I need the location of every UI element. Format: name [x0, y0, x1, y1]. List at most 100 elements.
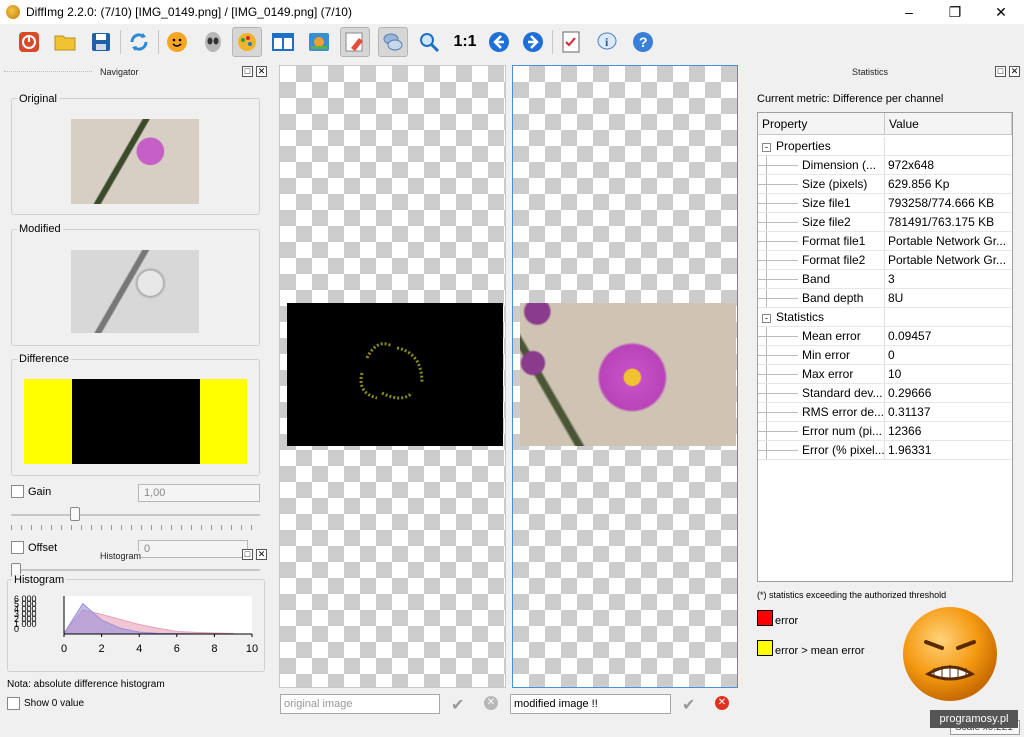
arrow-left-icon[interactable]: [484, 27, 514, 57]
value-cell: 0.09457: [884, 327, 1006, 345]
alien-icon[interactable]: [198, 27, 228, 57]
split-view-icon[interactable]: [268, 27, 298, 57]
x-tick-label: 0: [61, 643, 67, 655]
collapse-icon[interactable]: -: [762, 314, 771, 323]
table-row[interactable]: Band 3: [758, 270, 1012, 289]
gain-value: 1,00: [144, 487, 166, 499]
folder-open-icon[interactable]: [50, 27, 80, 57]
gain-checkbox[interactable]: [11, 485, 24, 498]
title-bar: DiffImg 2.2.0: (7/10) [IMG_0149.png] / […: [0, 0, 1024, 24]
table-row[interactable]: Error num (pi... 12366: [758, 422, 1012, 441]
offset-spinbox[interactable]: 0: [138, 540, 248, 558]
gain-slider-track[interactable]: [11, 514, 260, 516]
properties-group: Dimension (... 972x648 Size (pixels) 629.85…: [758, 156, 1012, 308]
statistics-dock-title: Statistics: [852, 67, 889, 77]
show-zero-checkbox[interactable]: [7, 697, 20, 710]
checkmark-icon[interactable]: ✔: [682, 695, 695, 715]
offset-checkbox[interactable]: [11, 541, 24, 554]
original-path-field[interactable]: original image: [280, 694, 440, 714]
toolbar-separator: [158, 30, 159, 54]
help-icon[interactable]: ?: [628, 27, 658, 57]
table-row[interactable]: Band depth 8U: [758, 289, 1012, 308]
statistics-rows: - Properties Dimension (... 972x648 Size (p…: [758, 137, 1012, 460]
difference-viewer[interactable]: [279, 65, 506, 688]
histogram-note: Nota: absolute difference histogram: [7, 679, 165, 690]
difference-pattern: [359, 342, 424, 400]
original-label: Original: [17, 93, 59, 105]
cancel-icon[interactable]: ✕: [715, 696, 729, 710]
float-dock-icon[interactable]: □: [242, 66, 253, 77]
maximize-button[interactable]: ❐: [932, 0, 978, 24]
minimize-button[interactable]: –: [886, 0, 932, 24]
cancel-icon[interactable]: ✕: [484, 696, 498, 710]
modified-image[interactable]: [520, 303, 736, 446]
zoom-1-1-icon[interactable]: 1:1: [450, 27, 480, 57]
zoom-icon[interactable]: [414, 27, 444, 57]
offset-label: Offset: [28, 542, 58, 554]
statistics-table[interactable]: Property Value - Properties Dimension (..…: [757, 112, 1013, 582]
group-row-properties[interactable]: - Properties: [758, 137, 1012, 156]
difference-image[interactable]: [287, 303, 503, 446]
property-cell: Min error: [758, 346, 884, 364]
smiley-icon[interactable]: [162, 27, 192, 57]
property-cell: Size (pixels): [758, 175, 884, 193]
float-dock-icon[interactable]: □: [242, 549, 253, 560]
save-icon[interactable]: [86, 27, 116, 57]
modified-label: Modified: [17, 223, 63, 235]
property-cell: Format file2: [758, 251, 884, 269]
column-header-value[interactable]: Value: [885, 113, 1012, 135]
table-row[interactable]: RMS error de... 0.31137: [758, 403, 1012, 422]
table-row[interactable]: Size file2 781491/763.175 KB: [758, 213, 1012, 232]
eraser-icon[interactable]: [340, 27, 370, 57]
collapse-icon[interactable]: -: [762, 143, 771, 152]
group-label: Properties: [776, 139, 831, 153]
checklist-icon[interactable]: [556, 27, 586, 57]
navigator-dock-title: Navigator: [100, 67, 139, 77]
group-row-statistics[interactable]: - Statistics: [758, 308, 1012, 327]
table-row[interactable]: Format file1 Portable Network Gr...: [758, 232, 1012, 251]
checkmark-icon[interactable]: ✔: [451, 695, 464, 715]
x-tick-label: 8: [211, 643, 217, 655]
table-row[interactable]: Max error 10: [758, 365, 1012, 384]
gain-slider-handle[interactable]: [70, 507, 80, 521]
power-icon[interactable]: [14, 27, 44, 57]
table-row[interactable]: Mean error 0.09457: [758, 327, 1012, 346]
table-row[interactable]: Standard dev... 0.29666: [758, 384, 1012, 403]
value-cell: 629.856 Kp: [884, 175, 1006, 193]
column-header-property[interactable]: Property: [758, 113, 885, 135]
value-cell: 0.29666: [884, 384, 1006, 402]
table-row[interactable]: Size file1 793258/774.666 KB: [758, 194, 1012, 213]
modified-path-field[interactable]: modified image !!: [510, 694, 671, 714]
original-thumbnail[interactable]: [71, 119, 199, 204]
palette-icon[interactable]: [232, 27, 262, 57]
table-row[interactable]: Size (pixels) 629.856 Kp: [758, 175, 1012, 194]
arrow-right-icon[interactable]: [518, 27, 548, 57]
modified-thumbnail[interactable]: [71, 250, 199, 333]
modified-viewer[interactable]: [512, 65, 738, 688]
image-view-icon[interactable]: [304, 27, 334, 57]
offset-slider-track[interactable]: [11, 569, 260, 571]
close-dock-icon[interactable]: ✕: [256, 66, 267, 77]
close-dock-icon[interactable]: ✕: [1009, 66, 1020, 77]
dock-grip: [4, 71, 92, 83]
y-tick-label: 0: [14, 624, 19, 634]
svg-text:?: ?: [639, 34, 648, 50]
difference-preview: [72, 379, 200, 464]
info-icon[interactable]: i: [592, 27, 622, 57]
chat-bubbles-icon[interactable]: [378, 27, 408, 57]
table-row[interactable]: Min error 0: [758, 346, 1012, 365]
gain-spinbox[interactable]: 1,00: [138, 484, 260, 502]
error-color-swatch: [757, 610, 773, 626]
close-dock-icon[interactable]: ✕: [256, 549, 267, 560]
table-row[interactable]: Format file2 Portable Network Gr...: [758, 251, 1012, 270]
table-row[interactable]: Dimension (... 972x648: [758, 156, 1012, 175]
close-button[interactable]: ✕: [978, 0, 1024, 24]
threshold-note: (*) statistics exceeding the authorized …: [757, 590, 947, 600]
error-legend-label: error: [775, 615, 799, 627]
table-row[interactable]: Error (% pixel... 1.96331: [758, 441, 1012, 460]
difference-thumbnail[interactable]: [24, 379, 247, 464]
histogram-dock-title: Histogram: [100, 551, 142, 561]
float-dock-icon[interactable]: □: [995, 66, 1006, 77]
refresh-icon[interactable]: [124, 27, 154, 57]
gain-slider-ticks: [11, 525, 260, 530]
